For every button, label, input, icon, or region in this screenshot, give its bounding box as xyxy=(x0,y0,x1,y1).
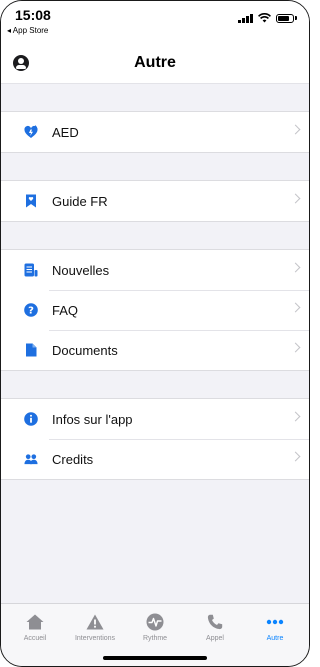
cellular-signal-icon xyxy=(238,13,253,23)
list-item-guide-fr[interactable]: Guide FR xyxy=(1,181,309,221)
list-group-aed: AED xyxy=(1,111,309,153)
battery-cap xyxy=(295,16,297,20)
section-spacer xyxy=(1,222,309,249)
info-circle-icon xyxy=(24,412,38,426)
settings-list: AED Guide FR Nouvelles ? FAQ Documents I… xyxy=(1,84,309,480)
home-indicator[interactable] xyxy=(103,656,207,660)
phone-screen: 15:08 ◂ App Store Autre AED Guide FR Nou… xyxy=(0,0,310,667)
tab-autre[interactable]: Autre xyxy=(245,604,305,642)
list-item-label: Guide FR xyxy=(52,193,108,209)
navigation-bar: Autre xyxy=(1,45,309,84)
tab-accueil[interactable]: Accueil xyxy=(5,604,65,642)
list-item-label: Nouvelles xyxy=(52,262,110,278)
phone-icon xyxy=(204,613,226,631)
battery-icon xyxy=(276,13,294,23)
list-item-infos-app[interactable]: Infos sur l'app xyxy=(1,399,309,439)
tab-label: Autre xyxy=(266,635,284,642)
bookmark-icon xyxy=(24,194,38,208)
list-item-label: AED xyxy=(52,124,79,140)
page-title: Autre xyxy=(134,54,176,71)
list-item-nouvelles[interactable]: Nouvelles xyxy=(1,250,309,290)
list-item-label: Infos sur l'app xyxy=(52,411,133,427)
section-spacer xyxy=(1,153,309,180)
list-group-guide: Guide FR xyxy=(1,180,309,222)
list-item-faq[interactable]: ? FAQ xyxy=(1,290,309,330)
status-icons xyxy=(238,13,297,23)
list-item-label: FAQ xyxy=(52,302,79,318)
wifi-icon xyxy=(258,13,271,23)
svg-text:?: ? xyxy=(28,306,34,317)
list-group-about: Infos sur l'app Credits xyxy=(1,398,309,480)
tab-label: Rythme xyxy=(142,635,168,642)
list-group-info: Nouvelles ? FAQ Documents xyxy=(1,249,309,371)
status-time: 15:08 xyxy=(15,7,51,23)
section-spacer xyxy=(1,84,309,111)
people-icon xyxy=(24,452,38,466)
list-item-credits[interactable]: Credits xyxy=(1,439,309,479)
tab-rythme[interactable]: Rythme xyxy=(125,604,185,642)
home-icon xyxy=(24,613,46,631)
status-bar: 15:08 ◂ App Store xyxy=(1,1,309,45)
question-circle-icon: ? xyxy=(24,303,38,317)
file-icon xyxy=(24,343,38,357)
more-icon xyxy=(264,613,286,631)
list-item-aed[interactable]: AED xyxy=(1,112,309,152)
aed-heart-icon xyxy=(24,125,38,139)
heartbeat-icon xyxy=(144,613,166,631)
tab-label: Accueil xyxy=(23,635,47,642)
tab-appel[interactable]: Appel xyxy=(185,604,245,642)
warning-icon xyxy=(84,613,106,631)
list-item-label: Credits xyxy=(52,451,94,467)
section-spacer xyxy=(1,371,309,398)
tab-bar: Accueil Interventions Rythme Appel Autre xyxy=(1,603,309,666)
news-document-icon xyxy=(24,263,38,277)
back-to-app-store-link[interactable]: ◂ App Store xyxy=(7,26,48,35)
tab-interventions[interactable]: Interventions xyxy=(65,604,125,642)
tab-label: Interventions xyxy=(74,635,116,642)
list-item-documents[interactable]: Documents xyxy=(1,330,309,370)
tab-label: Appel xyxy=(206,635,224,642)
list-item-label: Documents xyxy=(52,342,118,358)
